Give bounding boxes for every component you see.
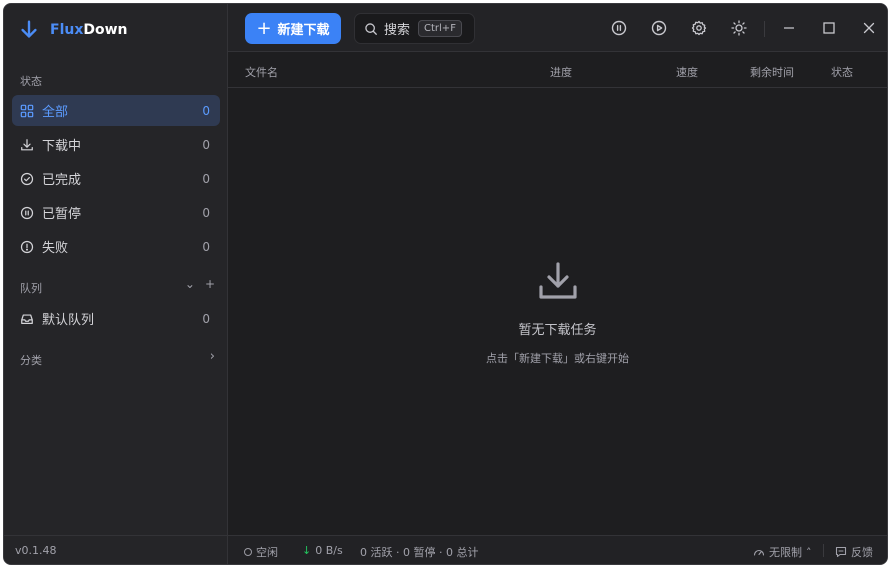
pause-circle-icon [611,20,627,36]
sidebar-item-default-queue[interactable]: 默认队列 0 [12,303,220,334]
sidebar-item-label: 全部 [42,105,69,120]
chevron-down-icon[interactable]: ⌄ [185,277,195,291]
sidebar-item-count: 0 [202,239,210,254]
column-status[interactable]: 状态 [831,64,853,80]
status-speed: ↓ 0 B/s [302,544,343,557]
add-queue-icon[interactable]: + [205,277,215,291]
empty-title: 暂无下载任务 [518,323,597,338]
empty-subtitle: 点击「新建下载」或右键开始 [486,352,629,365]
close-button[interactable] [861,20,877,36]
grid-icon [20,104,34,118]
toolbar: + 新建下载 搜索 Ctrl+F [228,4,887,52]
sidebar-item-label: 已完成 [42,173,82,188]
new-download-label: 新建下载 [277,23,330,38]
maximize-icon [823,22,835,34]
sidebar-item-label: 下载中 [42,139,82,154]
app-logo: FluxDown [18,16,128,44]
speed-limit-label: 无限制 [769,546,802,559]
empty-state: 暂无下载任务 点击「新建下载」或右键开始 [228,259,887,366]
sidebar-item-downloading[interactable]: 下载中 0 [12,129,220,160]
search-icon [365,22,377,35]
sidebar-item-all[interactable]: 全部 0 [12,95,220,126]
feedback-label: 反馈 [851,546,873,559]
app-name: FluxDown [50,22,128,38]
table-header: 文件名 进度 速度 剩余时间 状态 [228,52,887,88]
sidebar-item-failed[interactable]: 失败 0 [12,231,220,262]
settings-button[interactable] [691,20,707,36]
toolbar-divider [764,21,765,37]
logo-arrow-icon [21,20,37,38]
speedometer-icon [753,549,765,556]
sidebar-item-label: 已暂停 [42,207,82,222]
sidebar-item-label: 默认队列 [42,313,95,328]
sidebar-item-count: 0 [202,205,210,220]
main-panel: + 新建下载 搜索 Ctrl+F 文件名 进度 速度 剩余时间 状态 暂无下载任… [228,4,887,564]
column-filename[interactable]: 文件名 [245,64,278,80]
minimize-icon [784,27,794,29]
sidebar-item-paused[interactable]: 已暂停 0 [12,197,220,228]
search-placeholder: 搜索 [384,23,411,38]
category-section-label[interactable]: 分类 [20,352,42,368]
download-icon [20,138,34,152]
theme-toggle-button[interactable] [731,20,747,36]
gear-icon [691,20,707,36]
check-circle-icon [20,172,34,186]
sidebar-item-label: 失败 [42,241,69,256]
speed-limit-button[interactable]: 无限制 ˄ [753,544,812,560]
status-summary: 0 活跃 · 0 暂停 · 0 总计 [360,546,479,559]
search-shortcut-badge: Ctrl+F [418,20,462,37]
sidebar-item-count: 0 [202,137,210,152]
new-download-button[interactable]: + 新建下载 [245,13,341,44]
sidebar-item-count: 0 [202,171,210,186]
alert-circle-icon [20,240,34,254]
queue-actions: ⌄ + [185,277,215,291]
statusbar-divider [823,544,824,557]
maximize-button[interactable] [821,20,837,36]
close-icon [863,22,875,34]
download-arrow-icon: ↓ [302,544,312,557]
idle-dot-icon [244,548,252,556]
status-section-label: 状态 [20,75,42,88]
pause-circle-icon [20,206,34,220]
version-label: v0.1.48 [4,535,227,564]
column-remaining[interactable]: 剩余时间 [750,64,794,80]
inbox-icon [20,312,34,326]
search-input[interactable]: 搜索 Ctrl+F [354,13,475,44]
status-state: 空闲 [244,544,278,560]
pause-all-button[interactable] [611,20,627,36]
sun-icon [731,20,747,36]
column-progress[interactable]: 进度 [550,64,572,80]
feedback-icon [835,546,847,558]
feedback-button[interactable]: 反馈 [835,544,873,560]
sidebar-item-completed[interactable]: 已完成 0 [12,163,220,194]
play-circle-icon [651,20,667,36]
sidebar-item-count: 0 [202,311,210,326]
plus-icon: + [256,17,272,39]
queue-section-label: 队列 [20,282,42,295]
app-window: FluxDown 状态 全部 0 下载中 0 已完成 0 已暂停 0 失败 0 [3,3,888,565]
download-tray-icon [536,259,580,303]
chevron-up-icon: ˄ [806,545,812,559]
sidebar-item-count: 0 [202,103,210,118]
chevron-right-icon[interactable]: › [210,349,215,364]
column-speed[interactable]: 速度 [676,64,698,80]
status-state-label: 空闲 [256,546,278,559]
sidebar: FluxDown 状态 全部 0 下载中 0 已完成 0 已暂停 0 失败 0 [4,4,228,564]
status-speed-label: 0 B/s [315,544,343,557]
resume-all-button[interactable] [651,20,667,36]
status-bar: 空闲 ↓ 0 B/s 0 活跃 · 0 暂停 · 0 总计 无限制 ˄ 反馈 [228,535,887,564]
minimize-button[interactable] [781,20,797,36]
